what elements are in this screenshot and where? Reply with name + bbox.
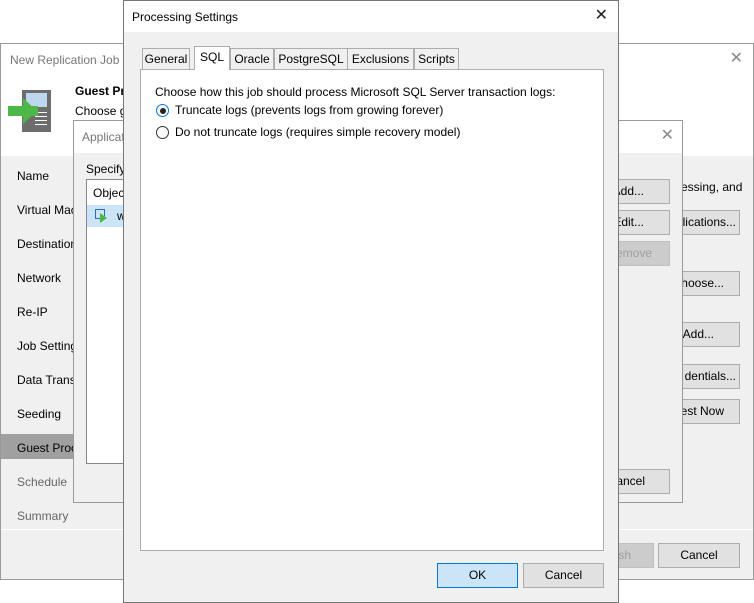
nav-network[interactable]: Network [17, 271, 61, 285]
window-title: New Replication Job [10, 53, 120, 67]
processing-settings-dialog: Processing Settings ✕ General SQL Oracle… [123, 0, 619, 603]
tab-oracle[interactable]: Oracle [230, 48, 274, 69]
nav-seeding[interactable]: Seeding [17, 407, 61, 421]
sql-prompt: Choose how this job should process Micro… [155, 85, 556, 99]
truncate-logs-label[interactable]: Truncate logs (prevents logs from growin… [175, 103, 443, 117]
nav-data-transfer[interactable]: Data Transf [17, 373, 79, 387]
right-description: essing, and [681, 180, 743, 194]
step-description: Choose g [75, 104, 127, 118]
tab-scripts[interactable]: Scripts [414, 48, 459, 69]
nav-schedule[interactable]: Schedule [17, 475, 67, 489]
dialog-title: Processing Settings [132, 10, 239, 24]
specify-label: Specify [86, 162, 126, 176]
ok-button[interactable]: OK [437, 563, 518, 588]
nav-name[interactable]: Name [17, 169, 49, 183]
nav-virtual-machines[interactable]: Virtual Mac [17, 203, 77, 217]
list-header-object[interactable]: Objec [93, 186, 124, 200]
nav-destination[interactable]: Destination [17, 237, 77, 251]
nav-job-settings[interactable]: Job Setting [17, 339, 77, 353]
nav-re-ip[interactable]: Re-IP [17, 305, 48, 319]
tab-sql[interactable]: SQL [194, 46, 230, 70]
close-icon[interactable]: ✕ [661, 128, 674, 144]
nav-summary[interactable]: Summary [17, 509, 68, 523]
do-not-truncate-label[interactable]: Do not truncate logs (requires simple re… [175, 125, 460, 139]
dialog-title: Applicat [82, 130, 125, 144]
tab-exclusions[interactable]: Exclusions [347, 48, 414, 69]
title-bar: Processing Settings ✕ [124, 1, 618, 32]
do-not-truncate-radio[interactable] [156, 126, 169, 139]
close-icon[interactable]: ✕ [730, 51, 743, 67]
tab-content-panel: Choose how this job should process Micro… [140, 69, 604, 551]
tab-postgresql[interactable]: PostgreSQL [274, 48, 348, 69]
nav-guest-processing[interactable]: Guest Proc [17, 441, 77, 455]
cancel-button[interactable]: Cancel [658, 543, 740, 568]
cancel-button[interactable]: Cancel [523, 563, 604, 588]
tab-general[interactable]: General [142, 48, 190, 69]
close-icon[interactable]: ✕ [595, 8, 608, 24]
truncate-logs-radio[interactable] [156, 104, 169, 117]
